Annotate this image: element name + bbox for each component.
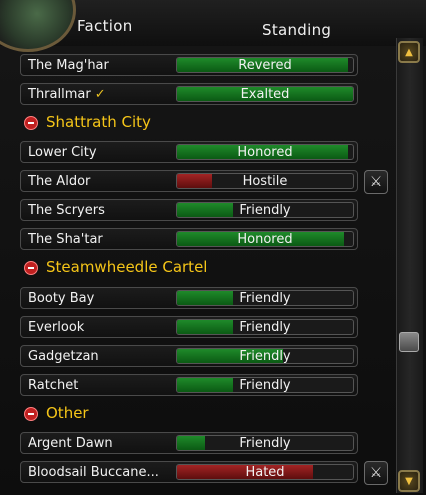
minus-icon[interactable] (24, 407, 38, 421)
standing-label: Honored (237, 145, 293, 160)
crossed-swords-icon[interactable]: ⚔ (364, 170, 388, 194)
faction-row-thrallmar[interactable]: Thrallmar ✓ Exalted (20, 83, 358, 105)
checkmark-icon: ✓ (94, 87, 106, 102)
standing-label: Hostile (242, 174, 288, 189)
standing-label: Friendly (239, 291, 291, 306)
faction-name: Ratchet (28, 378, 79, 393)
scrollbar-thumb[interactable] (399, 332, 419, 352)
faction-name: The Sha'tar (28, 232, 103, 247)
faction-name: Lower City (28, 145, 97, 160)
standing-label: Friendly (239, 203, 291, 218)
standing-label: Friendly (239, 320, 291, 335)
faction-name: Gadgetzan (28, 349, 99, 364)
standing-label: Exalted (240, 87, 290, 102)
reputation-panel: Faction Standing The Mag'har Revered Thr… (0, 0, 426, 495)
minus-icon[interactable] (24, 261, 38, 275)
faction-row-gadgetzan[interactable]: Gadgetzan Friendly (20, 345, 358, 367)
group-name: Other (46, 404, 89, 422)
faction-name: Everlook (28, 320, 85, 335)
minus-icon[interactable] (24, 116, 38, 130)
standing-label: Hated (245, 465, 285, 480)
faction-name: Booty Bay (28, 291, 95, 306)
faction-name: Argent Dawn (28, 436, 113, 451)
standing-label: Honored (237, 232, 293, 247)
standing-label: Friendly (239, 349, 291, 364)
faction-row-maghar[interactable]: The Mag'har Revered (20, 54, 358, 76)
group-name: Shattrath City (46, 113, 151, 131)
faction-column-header[interactable]: Faction (77, 17, 133, 35)
faction-name: The Scryers (28, 203, 105, 218)
standing-label: Revered (238, 58, 292, 73)
crossed-swords-icon[interactable]: ⚔ (364, 461, 388, 485)
faction-name: The Aldor (28, 174, 91, 189)
faction-row-aldor[interactable]: The Aldor Hostile (20, 170, 358, 192)
standing-label: Friendly (239, 436, 291, 451)
faction-row-booty-bay[interactable]: Booty Bay Friendly (20, 287, 358, 309)
standing-label: Friendly (239, 378, 291, 393)
faction-name: The Mag'har (28, 58, 109, 73)
group-name: Steamwheedle Cartel (46, 258, 208, 276)
scrollbar-track[interactable] (396, 38, 423, 493)
faction-row-everlook[interactable]: Everlook Friendly (20, 316, 358, 338)
faction-name: Bloodsail Buccane... (28, 465, 159, 480)
faction-row-lower-city[interactable]: Lower City Honored (20, 141, 358, 163)
faction-name: Thrallmar ✓ (28, 87, 106, 102)
faction-row-bloodsail[interactable]: Bloodsail Buccane... Hated (20, 461, 358, 483)
faction-row-scryers[interactable]: The Scryers Friendly (20, 199, 358, 221)
faction-row-shatar[interactable]: The Sha'tar Honored (20, 228, 358, 250)
scroll-down-button[interactable]: ▼ (398, 470, 420, 492)
faction-row-argent-dawn[interactable]: Argent Dawn Friendly (20, 432, 358, 454)
faction-row-ratchet[interactable]: Ratchet Friendly (20, 374, 358, 396)
scroll-up-button[interactable]: ▲ (398, 41, 420, 63)
standing-column-header[interactable]: Standing (262, 21, 331, 39)
